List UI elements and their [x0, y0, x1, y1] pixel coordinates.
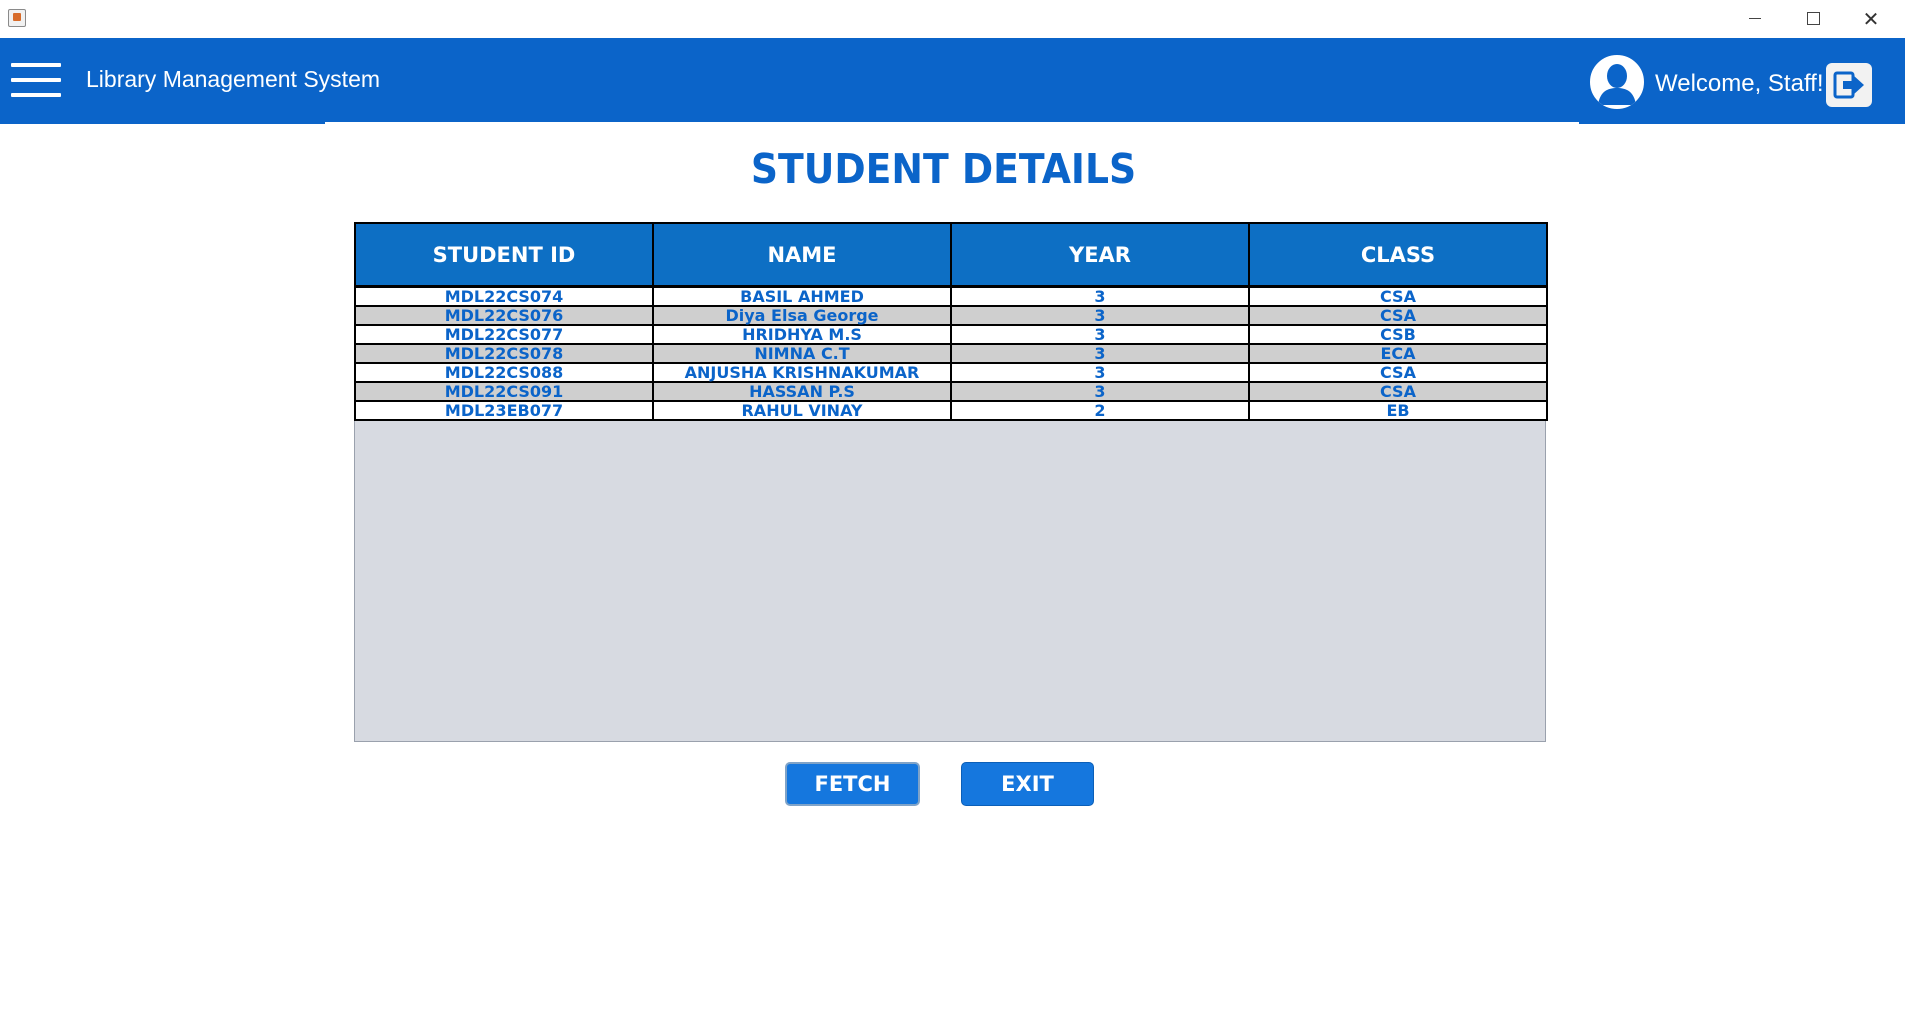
cell-class[interactable]: CSA — [1248, 305, 1548, 326]
user-avatar-icon — [1588, 53, 1646, 111]
column-header-year[interactable]: YEAR — [950, 222, 1250, 288]
page-title: STUDENT DETAILS — [750, 145, 1137, 193]
cell-student-id[interactable]: MDL22CS088 — [354, 362, 654, 383]
cell-year[interactable]: 3 — [950, 324, 1250, 345]
cell-class[interactable]: EB — [1248, 400, 1548, 421]
cell-name[interactable]: RAHUL VINAY — [652, 400, 952, 421]
cell-name[interactable]: HASSAN P.S — [652, 381, 952, 402]
cell-student-id[interactable]: MDL22CS091 — [354, 381, 654, 402]
hamburger-menu-icon[interactable] — [11, 63, 61, 99]
table-row[interactable]: MDL22CS088 ANJUSHA KRISHNAKUMAR 3 CSA — [354, 362, 1548, 383]
cell-year[interactable]: 3 — [950, 343, 1250, 364]
fetch-button[interactable]: FETCH — [785, 762, 920, 806]
cell-name[interactable]: Diya Elsa George — [652, 305, 952, 326]
cell-student-id[interactable]: MDL22CS076 — [354, 305, 654, 326]
cell-class[interactable]: CSA — [1248, 362, 1548, 383]
table-row[interactable]: MDL22CS077 HRIDHYA M.S 3 CSB — [354, 324, 1548, 345]
close-icon[interactable]: ✕ — [1842, 0, 1900, 37]
column-header-class[interactable]: CLASS — [1248, 222, 1548, 288]
student-table-panel[interactable]: STUDENT ID NAME YEAR CLASS MDL22CS074 BA… — [354, 222, 1548, 742]
cell-class[interactable]: ECA — [1248, 343, 1548, 364]
table-row[interactable]: MDL22CS074 BASIL AHMED 3 CSA — [354, 285, 1548, 307]
maximize-icon[interactable] — [1784, 0, 1842, 37]
cell-year[interactable]: 3 — [950, 381, 1250, 402]
cell-name[interactable]: HRIDHYA M.S — [652, 324, 952, 345]
table-row[interactable]: MDL23EB077 RAHUL VINAY 2 EB — [354, 400, 1548, 421]
cell-student-id[interactable]: MDL23EB077 — [354, 400, 654, 421]
window-titlebar: ✕ — [0, 0, 1905, 37]
cell-year[interactable]: 3 — [950, 305, 1250, 326]
logout-button[interactable] — [1826, 63, 1872, 107]
column-header-student-id[interactable]: STUDENT ID — [354, 222, 654, 288]
cell-class[interactable]: CSA — [1248, 285, 1548, 307]
cell-student-id[interactable]: MDL22CS078 — [354, 343, 654, 364]
cell-name[interactable]: ANJUSHA KRISHNAKUMAR — [652, 362, 952, 383]
table-row[interactable]: MDL22CS091 HASSAN P.S 3 CSA — [354, 381, 1548, 402]
java-app-icon — [8, 9, 26, 27]
cell-year[interactable]: 3 — [950, 362, 1250, 383]
logout-icon — [1833, 71, 1864, 99]
cell-class[interactable]: CSA — [1248, 381, 1548, 402]
app-title: Library Management System — [86, 66, 381, 92]
student-table: STUDENT ID NAME YEAR CLASS MDL22CS074 BA… — [354, 222, 1548, 421]
cell-year[interactable]: 2 — [950, 400, 1250, 421]
header-divider — [325, 122, 1579, 126]
column-header-name[interactable]: NAME — [652, 222, 952, 288]
welcome-text: Welcome, Staff! — [1655, 70, 1824, 97]
minimize-icon[interactable] — [1726, 0, 1784, 37]
cell-name[interactable]: BASIL AHMED — [652, 285, 952, 307]
cell-name[interactable]: NIMNA C.T — [652, 343, 952, 364]
table-header-row: STUDENT ID NAME YEAR CLASS — [354, 222, 1548, 288]
table-row[interactable]: MDL22CS076 Diya Elsa George 3 CSA — [354, 305, 1548, 326]
table-row[interactable]: MDL22CS078 NIMNA C.T 3 ECA — [354, 343, 1548, 364]
exit-button[interactable]: EXIT — [961, 762, 1094, 806]
cell-student-id[interactable]: MDL22CS074 — [354, 285, 654, 307]
cell-year[interactable]: 3 — [950, 285, 1250, 307]
cell-student-id[interactable]: MDL22CS077 — [354, 324, 654, 345]
cell-class[interactable]: CSB — [1248, 324, 1548, 345]
